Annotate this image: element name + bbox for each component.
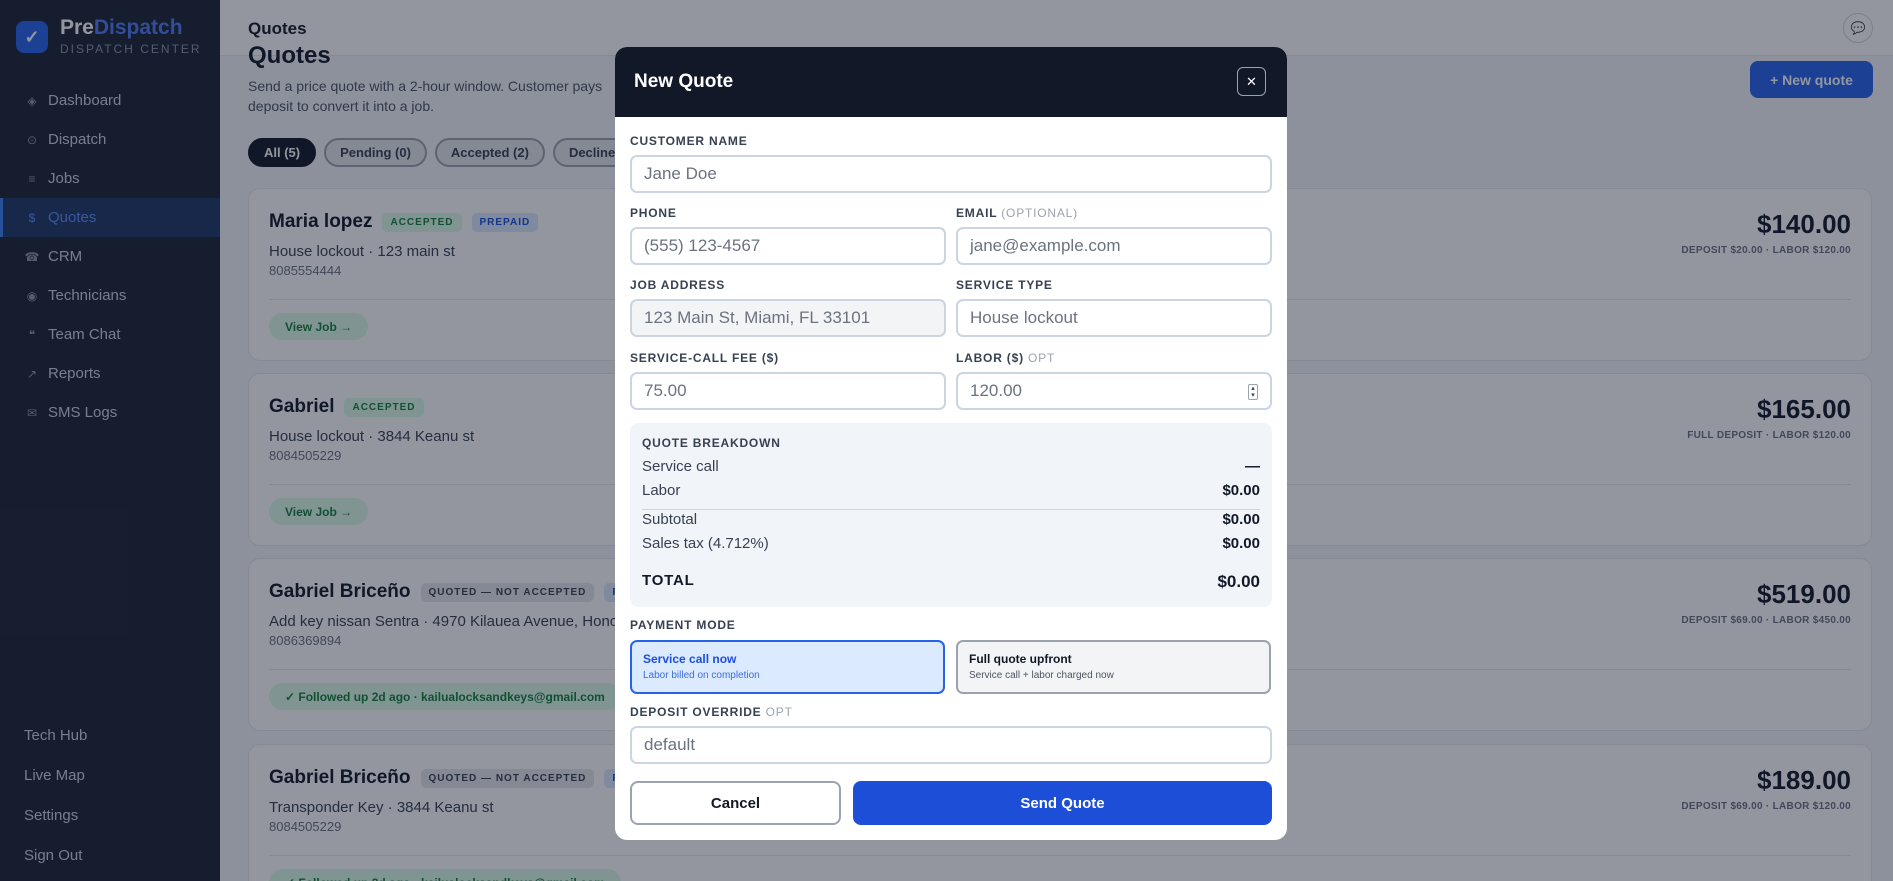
labor-label: LABOR ($) OPT xyxy=(956,351,1056,365)
service-fee-label: SERVICE-CALL FEE ($) xyxy=(630,351,779,365)
close-icon[interactable]: ✕ xyxy=(1237,67,1266,96)
cancel-button[interactable]: Cancel xyxy=(630,781,841,825)
job-address-input[interactable]: 123 Main St, Miami, FL 33101 xyxy=(630,299,946,337)
number-spinner-icon[interactable]: ▴ ▾ xyxy=(1248,384,1258,400)
divider xyxy=(642,509,1260,510)
payment-option-service-call[interactable]: Service call now Labor billed on complet… xyxy=(630,640,945,694)
phone-input[interactable]: (555) 123-4567 xyxy=(630,227,946,265)
modal-title: New Quote xyxy=(634,71,734,92)
breakdown-title: QUOTE BREAKDOWN xyxy=(642,436,781,450)
service-type-label: SERVICE TYPE xyxy=(956,278,1053,292)
customer-name-input[interactable]: Jane Doe xyxy=(630,155,1272,193)
deposit-override-input[interactable]: default xyxy=(630,726,1272,764)
quote-breakdown-panel: QUOTE BREAKDOWN Service call — Labor $0.00… xyxy=(630,423,1272,607)
job-address-label: JOB ADDRESS xyxy=(630,278,726,292)
breakdown-total: TOTAL $0.00 xyxy=(642,572,1260,591)
phone-label: PHONE xyxy=(630,206,677,220)
breakdown-row: Service call — xyxy=(642,458,1260,475)
breakdown-row: Labor $0.00 xyxy=(642,482,1260,499)
send-quote-button[interactable]: Send Quote xyxy=(853,781,1272,825)
breakdown-row: Subtotal $0.00 xyxy=(642,511,1260,528)
labor-input[interactable]: 120.00 ▴ ▾ xyxy=(956,372,1272,410)
service-fee-input[interactable]: 75.00 xyxy=(630,372,946,410)
modal-header: New Quote ✕ xyxy=(615,47,1287,117)
payment-mode-label: PAYMENT MODE xyxy=(630,618,736,632)
email-input[interactable]: jane@example.com xyxy=(956,227,1272,265)
payment-option-full-quote[interactable]: Full quote upfront Service call + labor … xyxy=(956,640,1271,694)
service-type-input[interactable]: House lockout xyxy=(956,299,1272,337)
customer-name-label: CUSTOMER NAME xyxy=(630,134,748,148)
breakdown-row: Sales tax (4.712%) $0.00 xyxy=(642,535,1260,552)
deposit-override-label: DEPOSIT OVERRIDE OPT xyxy=(630,705,793,719)
new-quote-modal: New Quote ✕ CUSTOMER NAME Jane Doe PHONE… xyxy=(615,47,1287,840)
email-label: EMAIL (OPTIONAL) xyxy=(956,206,1078,220)
